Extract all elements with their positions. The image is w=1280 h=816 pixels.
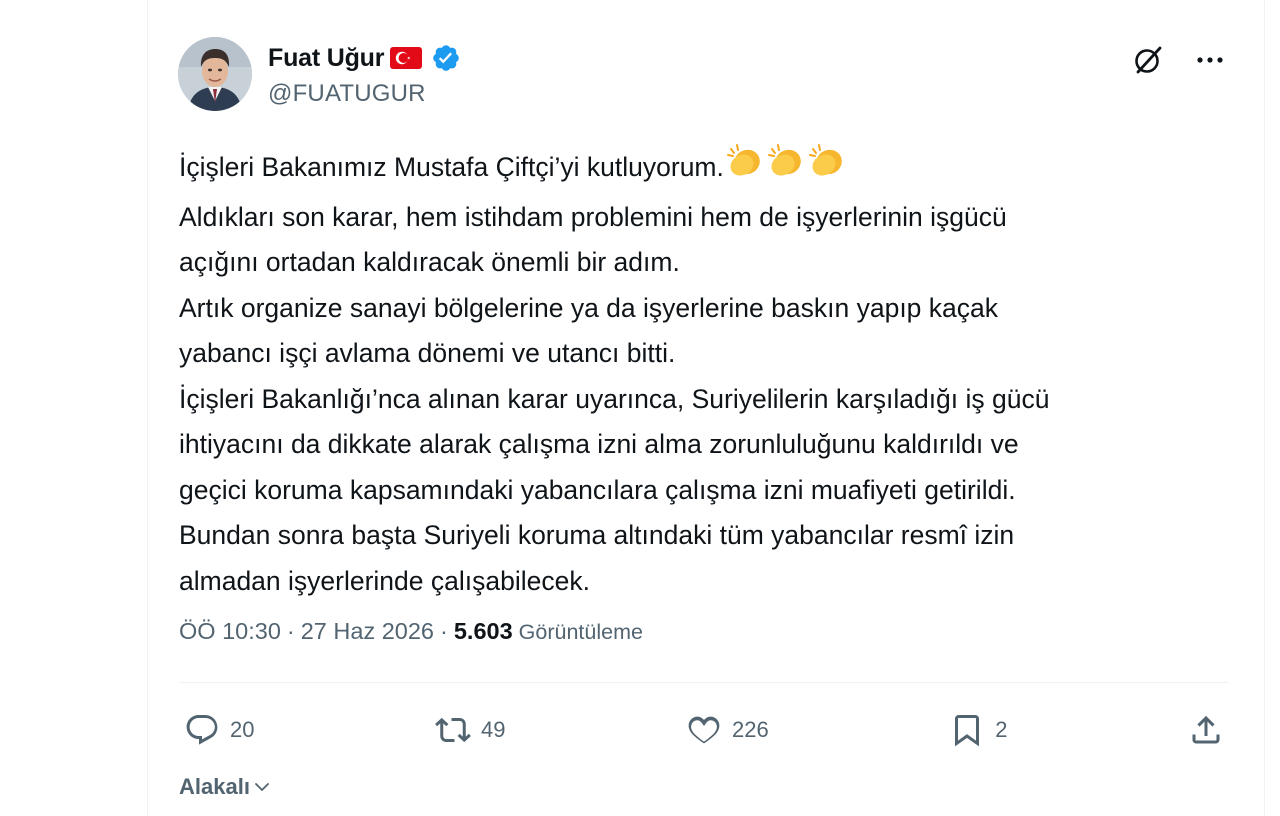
author-handle[interactable]: @FUATUGUR bbox=[268, 80, 426, 108]
more-icon[interactable] bbox=[1192, 42, 1228, 78]
like-icon bbox=[688, 716, 720, 744]
grok-icon[interactable] bbox=[1130, 42, 1166, 78]
divider bbox=[179, 682, 1229, 683]
clapping-hands-icon bbox=[725, 140, 765, 180]
reply-icon bbox=[186, 715, 218, 745]
share-icon bbox=[1192, 715, 1220, 744]
tweet-actions: 20 49 226 2 bbox=[184, 706, 1224, 754]
like-count: 226 bbox=[732, 717, 769, 742]
tweet-top-actions bbox=[1130, 42, 1228, 78]
clapping-hands-icon bbox=[766, 140, 806, 180]
views-label: Görüntüleme bbox=[518, 620, 643, 644]
retweet-count: 49 bbox=[481, 717, 506, 742]
bookmark-count: 2 bbox=[995, 717, 1008, 742]
tweet-date[interactable]: 27 Haz 2026 bbox=[301, 618, 434, 645]
reply-count: 20 bbox=[230, 717, 255, 742]
tweet-body: Aldıkları son karar, hem istihdam proble… bbox=[179, 201, 1050, 596]
clapping-hands-group bbox=[724, 140, 847, 195]
chevron-down-icon bbox=[255, 783, 269, 791]
tweet-first-line: İçişleri Bakanımız Mustafa Çiftçi’yi kut… bbox=[179, 152, 724, 182]
avatar[interactable] bbox=[178, 37, 252, 111]
turkey-flag-icon bbox=[389, 45, 423, 71]
verified-badge-icon[interactable] bbox=[431, 43, 461, 73]
bookmark-icon bbox=[955, 715, 980, 747]
retweet-icon bbox=[435, 717, 471, 743]
tweet-text: İçişleri Bakanımız Mustafa Çiftçi’yi kut… bbox=[179, 140, 1229, 604]
views-count: 5.603 bbox=[453, 618, 513, 644]
author-name-row: Fuat Uğur bbox=[268, 40, 461, 76]
bookmark-button[interactable]: 2 bbox=[949, 712, 1007, 748]
related-label: Alakalı bbox=[179, 774, 250, 799]
meta-separator: · bbox=[440, 618, 448, 644]
tweet-meta: ÖÖ 10:30 · 27 Haz 2026 · 5.603 Görüntüle… bbox=[179, 618, 643, 645]
author-name[interactable]: Fuat Uğur bbox=[268, 44, 384, 73]
meta-separator: · bbox=[286, 618, 295, 644]
tweet-card: Fuat Uğur @FUATUGUR İçişleri Bakanımız M… bbox=[147, 0, 1265, 816]
related-toggle[interactable]: Alakalı bbox=[179, 774, 272, 800]
like-button[interactable]: 226 bbox=[686, 712, 769, 748]
tweet-time[interactable]: ÖÖ 10:30 bbox=[179, 618, 281, 645]
retweet-button[interactable]: 49 bbox=[435, 712, 505, 748]
share-button[interactable] bbox=[1188, 712, 1224, 748]
reply-button[interactable]: 20 bbox=[184, 712, 254, 748]
clapping-hands-icon bbox=[807, 140, 847, 180]
